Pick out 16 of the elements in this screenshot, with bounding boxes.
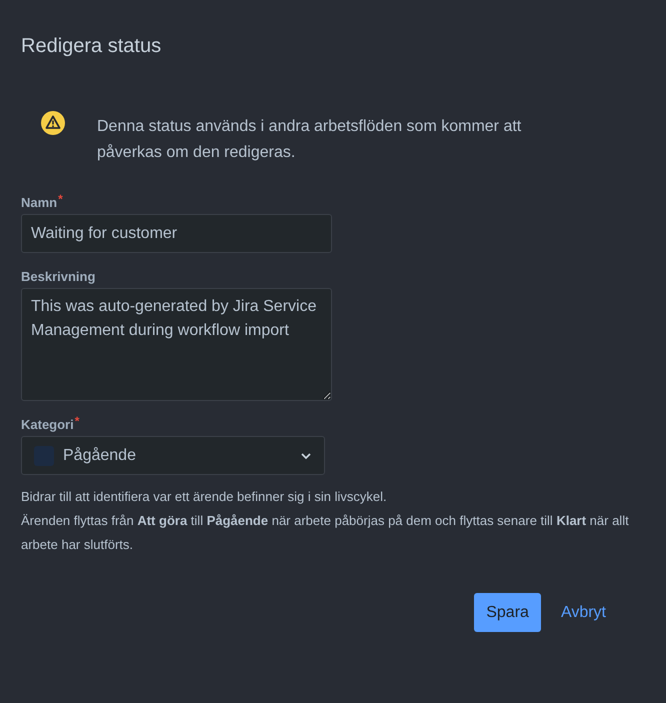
description-field[interactable]: This was auto-generated by Jira Service Management during workflow import xyxy=(21,288,332,401)
warning-message: Denna status används i andra arbetsflöden som kommer att påverkas om den redigeras. xyxy=(97,117,522,163)
help-text: Ärenden flyttas från Att göra till Pågående när arbete påbörjas på dem och flyttas senare till Klart när allt arbete har slutförts. xyxy=(21,512,630,554)
dialog-title: Redigera status xyxy=(21,34,162,59)
save-button[interactable]: Spara xyxy=(474,593,541,632)
name-field[interactable]: Waiting for customer xyxy=(21,214,332,253)
cancel-button[interactable]: Avbryt xyxy=(550,593,616,632)
help-text: Bidrar till att identifiera var ett ärende befinner sig i sin livscykel. xyxy=(21,488,388,506)
field-label: Kategori xyxy=(21,416,74,434)
field-label: Beskrivning xyxy=(21,268,96,286)
required-mark: * xyxy=(74,416,80,426)
required-mark: * xyxy=(58,194,63,204)
chevron-down-icon xyxy=(300,452,312,460)
warning-icon xyxy=(41,111,65,135)
category-dropdown[interactable]: Pågående xyxy=(21,436,325,475)
field-label: Namn xyxy=(21,194,58,212)
